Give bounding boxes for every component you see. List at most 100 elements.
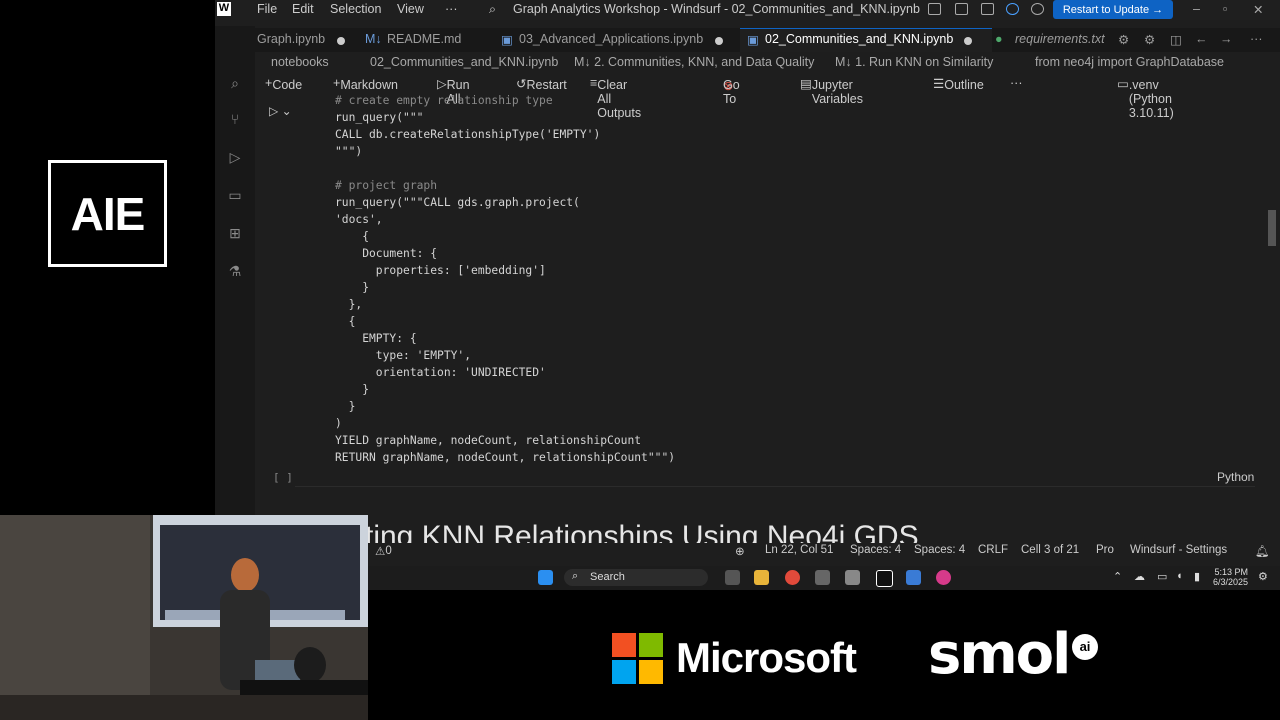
cloud-icon[interactable]: ☁ [1134,570,1145,583]
run-all-button[interactable]: ▷ Run All [437,76,470,106]
problems-count[interactable]: ⚠ 0 [375,544,392,558]
code-line: 'docs', [335,213,383,226]
windows-start-icon[interactable] [538,570,553,585]
kernel-picker[interactable]: ▭ .venv (Python 3.10.11) [1117,76,1174,120]
code-line: } [335,400,356,413]
code-cell[interactable]: # create empty relationship type run_quer… [335,92,675,466]
notifications-icon[interactable]: ⚙ [1258,570,1268,583]
unsaved-dot-icon [715,37,723,45]
status-bar: ⚠ 0 ⊕ Ln 22, Col 51 Spaces: 4 Spaces: 4 … [215,543,1280,559]
line-ending[interactable]: CRLF [978,544,1008,556]
source-control-icon[interactable]: ⑂ [227,112,243,126]
search-icon[interactable]: ⌕ [489,2,496,17]
code-line: }, [335,298,363,311]
taskbar: ⌕ Search ⌃ ☁ ▭ ◖ ▮ 5:13 PM 6/3/2025 ⚙ [368,566,1280,590]
app-icon[interactable] [906,570,921,585]
notebook-toolbar: + Code + Markdown ▷ Run All ↺ Restart ≡ … [255,74,1280,120]
outline-button[interactable]: ☰ Outline [933,76,984,92]
minimize-icon[interactable]: – [1193,2,1200,16]
tab-graph-ipynb[interactable]: Graph.ipynb [257,32,325,46]
restart-to-update-button[interactable]: Restart to Update → [1053,0,1173,19]
add-code-button[interactable]: + Code [265,76,302,92]
file-explorer-icon[interactable] [754,570,769,585]
account-icon[interactable] [1031,3,1044,15]
tray-chevron-icon[interactable]: ⌃ [1113,570,1122,583]
scrollbar[interactable] [1268,210,1276,246]
code-line: orientation: 'UNDIRECTED' [335,366,546,379]
menu-more[interactable]: ··· [445,2,458,16]
windsurf-taskbar-icon[interactable] [876,570,893,587]
battery-icon[interactable]: ▮ [1194,570,1200,583]
microsoft-logo-icon [612,633,663,684]
cell-divider [295,486,1255,487]
breadcrumb-subsection[interactable]: M↓ 1. Run KNN on Similarity [835,55,993,69]
settings-icon[interactable]: ⚙ [1144,32,1155,47]
presenter-video [0,515,368,720]
taskbar-search[interactable]: ⌕ Search [564,569,708,586]
snipping-tool-icon[interactable] [845,570,860,585]
gear-icon[interactable]: ⚙ [1118,32,1129,47]
code-line: EMPTY: { [335,332,417,345]
arrow-left-icon[interactable]: ← [1195,32,1208,46]
tab-advanced-applications[interactable]: 03_Advanced_Applications.ipynb [519,32,703,46]
plan-badge[interactable]: Pro [1096,544,1114,556]
settings-icon[interactable] [815,570,830,585]
run-cell-button[interactable]: ▷ ⌄ [269,104,292,118]
extensions-icon[interactable]: ⊞ [227,226,243,240]
arrow-right-icon[interactable]: → [1220,32,1233,46]
windsurf-settings[interactable]: Windsurf - Settings [1130,544,1227,556]
bell-icon[interactable]: 🔔︎ [1255,544,1270,558]
breadcrumb-file[interactable]: 02_Communities_and_KNN.ipynb [370,55,558,69]
clock-time: 5:13 PM [1214,567,1249,577]
aie-logo: AIE [48,160,167,267]
volume-icon[interactable]: ◖ [1176,570,1183,582]
network-icon[interactable]: ▭ [1157,570,1167,583]
panel-toggle-icon[interactable] [981,3,994,15]
outline-label: Outline [944,78,984,92]
menu-edit[interactable]: Edit [292,2,314,16]
jupyter-variables-button[interactable]: ▤ Jupyter Variables [800,76,863,106]
sync-icon[interactable] [1006,3,1019,15]
menu-selection[interactable]: Selection [330,2,381,16]
slack-icon[interactable] [936,570,951,585]
remote-explorer-icon[interactable]: ▭ [227,188,243,202]
breadcrumb-symbol[interactable]: from neo4j import GraphDatabase [1035,55,1224,69]
unsaved-dot-icon [337,37,345,45]
menu-view[interactable]: View [397,2,424,16]
taskbar-search-label: Search [590,571,625,583]
markdown-icon: M↓ [365,32,382,46]
tab-requirements[interactable]: requirements.txt [1015,32,1105,46]
tab-readme[interactable]: README.md [387,32,461,46]
maximize-icon[interactable]: ▫ [1223,2,1227,16]
breadcrumb-section[interactable]: M↓ 2. Communities, KNN, and Data Quality [574,55,814,69]
search-icon[interactable]: ⌕ [227,76,243,90]
code-line: run_query(""" [335,111,424,124]
microsoft-wordmark: Microsoft [676,634,857,681]
chrome-icon[interactable] [785,570,800,585]
kernel-label: .venv (Python 3.10.11) [1128,78,1174,120]
sidebar-toggle-icon[interactable] [955,3,968,15]
add-markdown-button[interactable]: + Markdown [333,76,398,92]
clear-outputs-button[interactable]: ≡ Clear All Outputs [590,76,641,120]
more-actions-icon[interactable]: ··· [1250,32,1263,46]
split-editor-icon[interactable]: ◫ [1170,32,1182,47]
layout-icon[interactable] [928,3,941,15]
camera-feed [0,515,368,720]
zoom-icon[interactable]: ⊕ [735,544,745,558]
clock[interactable]: 5:13 PM 6/3/2025 [1213,567,1248,587]
tab-communities-knn[interactable]: 02_Communities_and_KNN.ipynb [765,32,953,46]
clock-date: 6/3/2025 [1213,577,1249,587]
toolbar-more-button[interactable]: ··· [1010,76,1023,90]
breadcrumb-notebooks[interactable]: notebooks [271,55,329,69]
cursor-position[interactable]: Ln 22, Col 51 [765,544,833,556]
indent-spaces-2[interactable]: Spaces: 4 [914,544,965,556]
close-icon[interactable]: ✕ [1253,2,1263,17]
run-debug-icon[interactable]: ▷ [227,150,243,164]
cell-language[interactable]: Python [1217,470,1254,484]
indent-spaces[interactable]: Spaces: 4 [850,544,901,556]
menu-file[interactable]: File [257,2,277,16]
task-view-icon[interactable] [725,570,740,585]
cell-indicator[interactable]: Cell 3 of 21 [1021,544,1079,556]
testing-icon[interactable]: ⚗ [227,264,243,278]
restart-button[interactable]: ↺ Restart [516,76,567,92]
